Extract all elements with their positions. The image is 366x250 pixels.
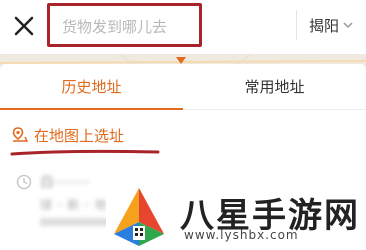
search-input[interactable] xyxy=(62,16,192,38)
close-icon xyxy=(14,16,34,36)
watermark: 八星手游网 www.lyshbx.com xyxy=(106,184,362,250)
top-bar: 揭阳 xyxy=(0,0,366,54)
map-pin-icon xyxy=(12,127,28,142)
city-label: 揭阳 xyxy=(309,16,340,35)
highlight-underline xyxy=(10,149,160,156)
tab-common-label: 常用地址 xyxy=(244,78,305,96)
history-item-name: 白········ xyxy=(40,175,90,191)
search-box[interactable] xyxy=(47,3,202,47)
address-tabs: 历史地址 常用地址 xyxy=(0,64,366,110)
city-selector[interactable]: 揭阳 xyxy=(296,10,353,40)
tab-history[interactable]: 历史地址 xyxy=(0,64,183,110)
chevron-down-icon xyxy=(343,22,353,29)
tab-common[interactable]: 常用地址 xyxy=(183,64,366,110)
close-button[interactable] xyxy=(10,12,38,40)
clock-icon xyxy=(16,174,32,190)
pick-on-map-label: 在地图上选址 xyxy=(34,126,125,145)
pick-on-map-button[interactable]: 在地图上选址 xyxy=(12,122,124,148)
watermark-url: www.lyshbx.com xyxy=(184,228,299,242)
watermark-logo xyxy=(106,184,172,250)
tab-history-label: 历史地址 xyxy=(61,77,122,96)
